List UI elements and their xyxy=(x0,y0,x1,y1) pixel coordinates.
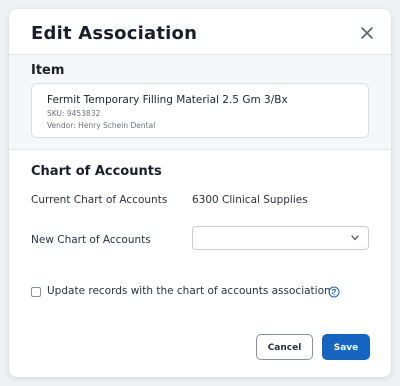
current-coa-value: 6300 Clinical Supplies xyxy=(192,194,308,206)
edit-association-dialog: Edit Association Item Fermit Temporary F… xyxy=(9,9,391,377)
new-coa-select[interactable] xyxy=(192,226,369,250)
current-coa-label: Current Chart of Accounts xyxy=(31,194,168,206)
update-records-checkbox[interactable] xyxy=(31,287,41,297)
update-records-label[interactable]: Update records with the chart of account… xyxy=(47,285,334,297)
coa-section-title: Chart of Accounts xyxy=(31,164,162,179)
chart-of-accounts-section: Chart of Accounts Current Chart of Accou… xyxy=(9,150,391,377)
chevron-down-icon xyxy=(351,235,359,241)
cancel-button[interactable]: Cancel xyxy=(256,334,313,360)
item-sku: SKU: 9453832 xyxy=(47,109,101,118)
item-name: Fermit Temporary Filling Material 2.5 Gm… xyxy=(47,94,288,106)
item-card: Fermit Temporary Filling Material 2.5 Gm… xyxy=(31,83,369,138)
help-circle-icon[interactable] xyxy=(328,286,340,298)
new-coa-label: New Chart of Accounts xyxy=(31,234,151,246)
save-button[interactable]: Save xyxy=(322,334,370,360)
item-section: Item Fermit Temporary Filling Material 2… xyxy=(9,55,391,150)
close-icon xyxy=(361,27,373,39)
close-button[interactable] xyxy=(359,25,375,41)
item-section-title: Item xyxy=(31,63,65,78)
dialog-title: Edit Association xyxy=(31,23,198,44)
item-vendor: Vendor: Henry Schein Dental xyxy=(47,121,156,130)
dialog-header: Edit Association xyxy=(9,9,391,55)
